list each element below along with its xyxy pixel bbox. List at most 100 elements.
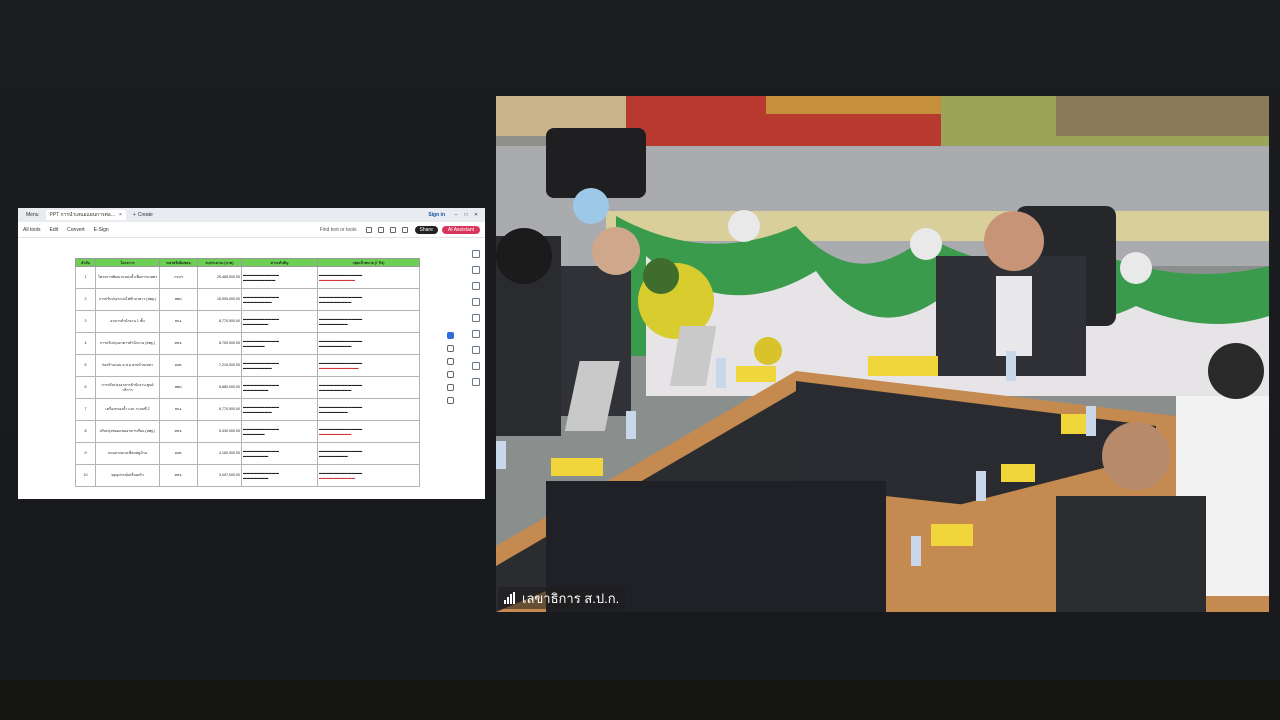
save-icon[interactable] xyxy=(389,226,396,233)
zoom-icon[interactable] xyxy=(446,345,454,352)
comment-icon[interactable] xyxy=(472,250,480,258)
select-cursor-icon[interactable] xyxy=(446,332,454,339)
menu-all-tools[interactable]: All tools xyxy=(23,227,41,233)
find-input[interactable]: Find text or tools xyxy=(320,227,357,233)
cell-detail: ▬▬▬▬▬▬▬▬▬▬ ▬▬▬▬▬▬▬▬ xyxy=(241,398,318,421)
col-header-unit: หน่วยรับผิดชอบ xyxy=(159,258,198,267)
cell-detail: ▬▬▬▬▬▬▬▬▬▬ ▬▬▬▬▬▬▬ xyxy=(241,310,318,333)
text-lines: ▬▬▬▬▬▬▬▬▬ xyxy=(319,387,352,392)
menu-esign[interactable]: E-Sign xyxy=(94,227,109,233)
cell-project: เครื่องกรองน้ำ และ ระบบที่ 2 xyxy=(95,398,160,421)
text-icon[interactable] xyxy=(446,384,454,391)
col-header-target: กลุ่มเป้าหมาย (7 กิจ) xyxy=(317,258,420,267)
cell-project: อาคารสำนักงาน 1 ชั้น xyxy=(95,310,160,333)
bookmark-icon[interactable] xyxy=(472,266,480,274)
print-icon[interactable] xyxy=(377,226,384,233)
highlight-icon[interactable] xyxy=(446,371,454,378)
name-plate xyxy=(551,458,603,476)
text-lines: ▬▬▬▬▬▬▬▬ xyxy=(319,321,348,326)
cell-no: 9 xyxy=(75,442,96,465)
text-lines: ▬▬▬▬▬▬ xyxy=(243,343,265,348)
participant-label: เลขาธิการ ส.ป.ก. xyxy=(498,587,626,609)
zoom-in-icon[interactable] xyxy=(472,362,480,370)
cell-detail: ▬▬▬▬▬▬▬▬▬▬ ▬▬▬▬▬▬▬▬ xyxy=(241,354,318,377)
minimize-icon[interactable]: – xyxy=(451,212,461,218)
cell-no: 4 xyxy=(75,332,96,355)
decorative-border xyxy=(766,96,946,114)
cell-unit: อบต. xyxy=(159,354,198,377)
person-head xyxy=(984,211,1044,271)
table-row: 9 ถนนลาดยางเชื่อมหมู่บ้าน อบต. 4,160,000… xyxy=(75,442,420,465)
bottom-strip xyxy=(0,680,1280,720)
plus-icon: + xyxy=(132,212,136,218)
text-lines-red: ▬▬▬▬▬▬▬▬▬▬ xyxy=(319,277,355,282)
water-bottle xyxy=(716,358,726,388)
pen-icon[interactable] xyxy=(446,358,454,365)
search-icon[interactable] xyxy=(365,226,372,233)
cell-budget: 5,330,000.00 xyxy=(197,420,242,443)
stamp-icon[interactable] xyxy=(446,397,454,404)
window-close-icon[interactable]: ✕ xyxy=(471,212,481,218)
layers-icon[interactable] xyxy=(472,314,480,322)
flower-arrangement xyxy=(573,188,609,224)
cell-target: ▬▬▬▬▬▬▬▬▬▬▬▬ ▬▬▬▬▬▬▬▬▬ xyxy=(317,420,420,443)
text-lines: ▬▬▬▬▬▬▬▬ xyxy=(243,365,272,370)
attachment-icon[interactable] xyxy=(472,298,480,306)
name-plate xyxy=(868,356,938,376)
cell-detail: ▬▬▬▬▬▬▬▬▬▬ ▬▬▬▬▬▬▬ xyxy=(241,442,318,465)
person xyxy=(1056,496,1206,612)
text-lines: ▬▬▬▬▬▬▬ xyxy=(243,387,269,392)
participant-name: เลขาธิการ ส.ป.ก. xyxy=(522,590,620,606)
close-icon[interactable]: × xyxy=(119,212,122,218)
cell-budget: 7,210,000.00 xyxy=(197,354,242,377)
cell-project: ถนนลาดยางเชื่อมหมู่บ้าน xyxy=(95,442,160,465)
flower-arrangement xyxy=(643,258,679,294)
cell-no: 8 xyxy=(75,420,96,443)
tab-create[interactable]: + Create xyxy=(129,210,157,220)
zoom-out-icon[interactable] xyxy=(472,378,480,386)
sign-in-link[interactable]: Sign in xyxy=(428,212,445,218)
water-bottle xyxy=(1086,406,1096,436)
name-plate xyxy=(931,524,973,546)
text-lines: ▬▬▬▬▬▬▬ xyxy=(243,475,269,480)
cell-budget: 8,700,000.00 xyxy=(197,332,242,355)
cell-unit: กรมฯ xyxy=(159,266,198,289)
tab-pdf[interactable]: PPT การนำเสนอแผนการต่อ... × xyxy=(45,210,126,220)
menu-edit[interactable]: Edit xyxy=(50,227,59,233)
cell-unit: สนง. xyxy=(159,398,198,421)
cell-target: ▬▬▬▬▬▬▬▬▬▬▬▬ ▬▬▬▬▬▬▬▬▬ xyxy=(317,332,420,355)
cell-unit: สนง. xyxy=(159,310,198,333)
tab-menu[interactable]: Menu xyxy=(22,210,43,220)
cell-detail: ▬▬▬▬▬▬▬▬▬▬ ▬▬▬▬▬▬▬▬ xyxy=(241,288,318,311)
pdf-floating-toolbar xyxy=(444,326,456,410)
cell-project: การปรับปรุงระบบไฟฟ้าอาคาร (สพฐ.) xyxy=(95,288,160,311)
flower-arrangement xyxy=(754,337,782,365)
cell-target: ▬▬▬▬▬▬▬▬▬▬▬▬ ▬▬▬▬▬▬▬▬ xyxy=(317,398,420,421)
shared-screen: Menu PPT การนำเสนอแผนการต่อ... × + Create … xyxy=(18,208,485,499)
person-head xyxy=(1208,343,1264,399)
cell-target: ▬▬▬▬▬▬▬▬▬▬▬▬ ▬▬▬▬▬▬▬▬▬ xyxy=(317,376,420,399)
meeting-room-scene xyxy=(496,96,1269,612)
cloud-icon[interactable] xyxy=(401,226,408,233)
maximize-icon[interactable]: □ xyxy=(461,212,471,218)
menu-convert[interactable]: Convert xyxy=(67,227,85,233)
cell-unit: สพป. xyxy=(159,376,198,399)
table-row: 1 โครงการพัฒนาแหล่งน้ำเพื่อการเกษตร กรมฯ… xyxy=(75,266,420,289)
ribbon-rosette xyxy=(910,228,942,260)
water-bottle xyxy=(626,411,636,439)
ai-assistant-button[interactable]: AI Assistant xyxy=(441,225,480,234)
project-table: ลำดับ โครงการ หน่วยรับผิดชอบ งบประมาณ (บ… xyxy=(75,258,420,487)
cell-unit: อบต. xyxy=(159,442,198,465)
cell-no: 2 xyxy=(75,288,96,311)
chair xyxy=(546,128,646,198)
scroll-up-icon[interactable] xyxy=(472,330,480,338)
cell-target: ▬▬▬▬▬▬▬▬▬▬▬▬ ▬▬▬▬▬▬▬▬▬ xyxy=(317,288,420,311)
signal-strength-icon xyxy=(504,592,516,604)
share-button[interactable]: Share xyxy=(414,225,438,234)
text-lines: ▬▬▬▬▬▬▬ xyxy=(243,453,269,458)
text-lines: ▬▬▬▬▬▬▬▬ xyxy=(243,299,272,304)
cell-detail: ▬▬▬▬▬▬▬▬▬▬ ▬▬▬▬▬▬▬▬▬ xyxy=(241,266,318,289)
thumbnail-icon[interactable] xyxy=(472,282,480,290)
scroll-down-icon[interactable] xyxy=(472,346,480,354)
pdf-document: ลำดับ โครงการ หน่วยรับผิดชอบ งบประมาณ (บ… xyxy=(18,238,485,499)
